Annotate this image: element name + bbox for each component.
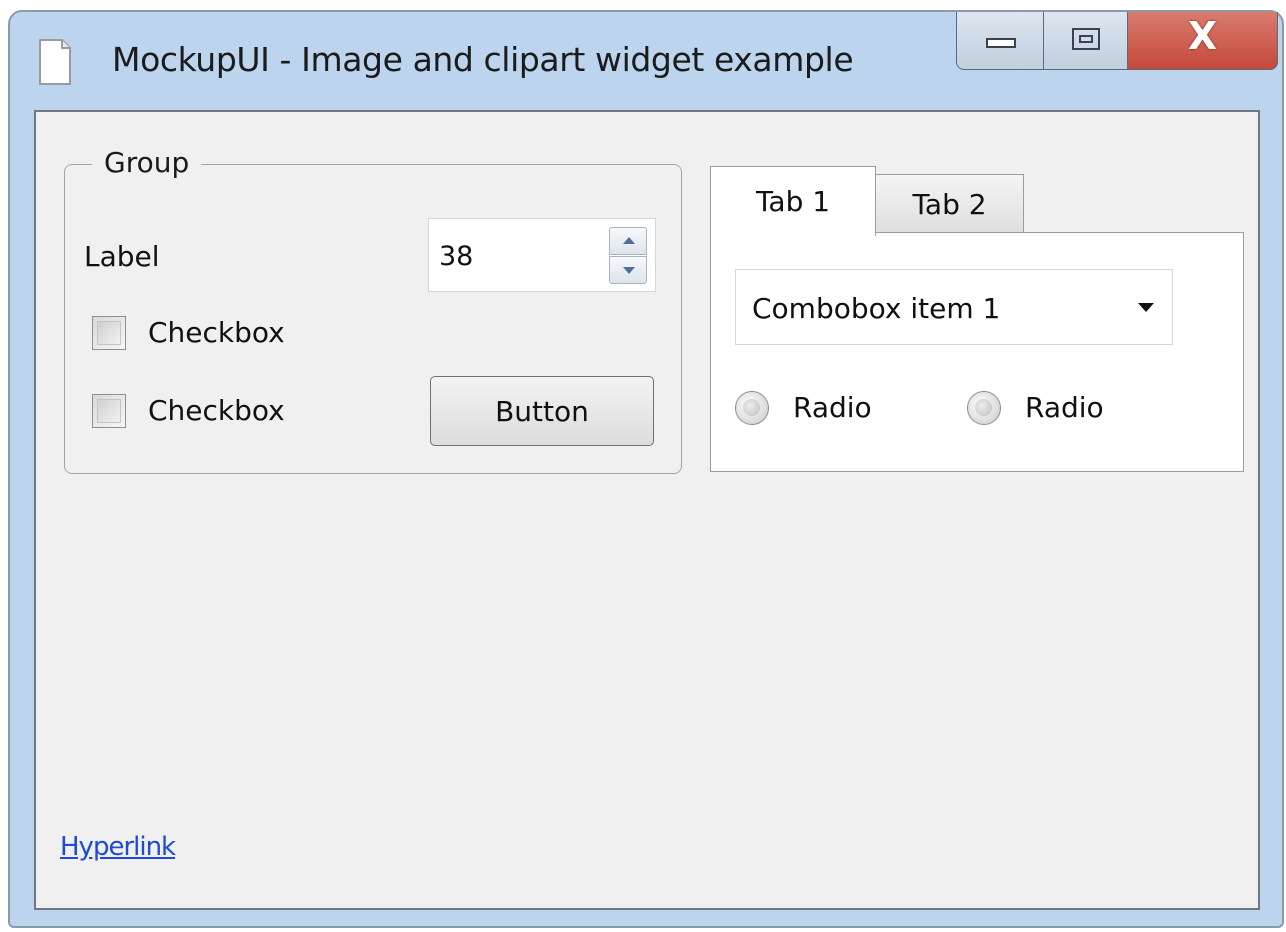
minimize-icon [986, 38, 1016, 48]
chevron-down-icon[interactable] [1138, 303, 1154, 312]
close-icon: X [1187, 14, 1218, 58]
minimize-button[interactable] [956, 12, 1044, 70]
client-area: Group Label 38 Checkbox Checkbox Button … [34, 110, 1260, 910]
app-window: MockupUI - Image and clipart widget exam… [8, 10, 1284, 928]
checkbox-1[interactable] [92, 316, 126, 350]
title-bar[interactable]: MockupUI - Image and clipart widget exam… [10, 12, 1282, 112]
arrow-down-icon [623, 267, 635, 274]
window-controls: X [956, 12, 1280, 72]
document-icon [39, 39, 71, 85]
radio-1[interactable] [735, 391, 769, 425]
action-button[interactable]: Button [430, 376, 654, 446]
number-spinner[interactable]: 38 [428, 218, 656, 292]
radio-2-label[interactable]: Radio [1025, 391, 1104, 424]
spinner-value[interactable]: 38 [439, 241, 473, 272]
spinner-up-button[interactable] [609, 227, 647, 255]
checkbox-2[interactable] [92, 394, 126, 428]
maximize-button[interactable] [1044, 12, 1128, 70]
combobox[interactable]: Combobox item 1 [735, 269, 1173, 345]
radio-1-label[interactable]: Radio [793, 391, 872, 424]
group-legend: Group [92, 146, 202, 179]
maximize-icon [1072, 28, 1100, 50]
tab-2[interactable]: Tab 2 [876, 174, 1024, 234]
close-button[interactable]: X [1128, 12, 1278, 70]
window-title: MockupUI - Image and clipart widget exam… [112, 40, 854, 79]
combobox-value: Combobox item 1 [752, 292, 1001, 325]
checkbox-1-label[interactable]: Checkbox [148, 316, 285, 349]
radio-2[interactable] [967, 391, 1001, 425]
field-label: Label [84, 240, 160, 273]
hyperlink[interactable]: Hyperlink [60, 832, 176, 862]
tab-1[interactable]: Tab 1 [710, 166, 876, 236]
tab-panel: Combobox item 1 Radio Radio [710, 232, 1244, 472]
checkbox-2-label[interactable]: Checkbox [148, 394, 285, 427]
spinner-down-button[interactable] [609, 256, 647, 284]
spinner-arrows [609, 227, 649, 285]
arrow-up-icon [623, 237, 635, 244]
